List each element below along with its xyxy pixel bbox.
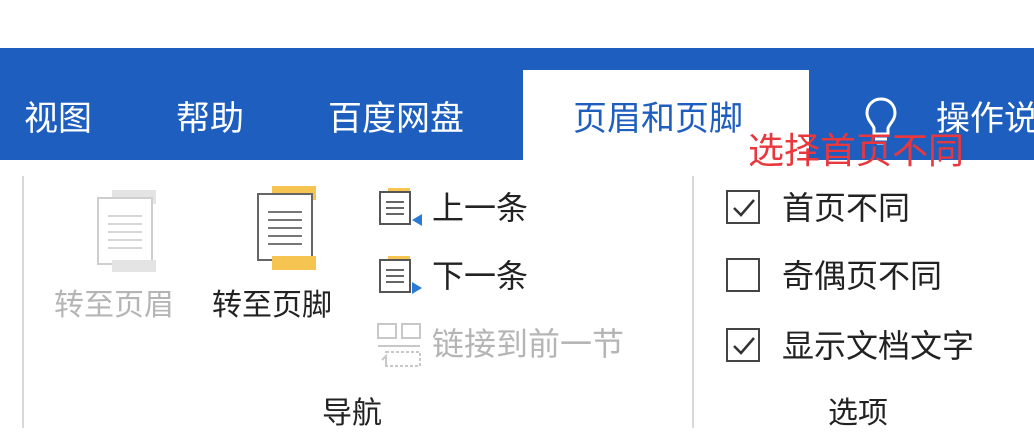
checkbox-box[interactable] xyxy=(726,328,760,362)
different-first-page-label: 首页不同 xyxy=(782,189,911,227)
word-ribbon: 视图 帮助 百度网盘 页眉和页脚 操作说 选择首页不同 转至页眉 转至页脚 上一… xyxy=(0,0,1034,440)
previous-label: 上一条 xyxy=(432,189,529,227)
link-to-previous-label: 链接到前一节 xyxy=(432,325,625,363)
ribbon-left-divider xyxy=(22,176,24,428)
link-to-previous-button[interactable]: 链接到前一节 xyxy=(376,322,666,367)
link-to-previous-icon xyxy=(377,323,421,367)
goto-footer-label: 转至页脚 xyxy=(212,288,332,323)
group-divider xyxy=(692,176,694,428)
different-odd-even-checkbox[interactable]: 奇偶页不同 xyxy=(726,254,966,298)
show-document-text-checkbox[interactable]: 显示文档文字 xyxy=(726,324,1006,368)
previous-button[interactable]: 上一条 xyxy=(376,186,556,230)
tab-view[interactable]: 视图 xyxy=(24,78,92,160)
checkmark-icon xyxy=(733,199,755,217)
next-section-icon xyxy=(379,256,422,294)
show-document-text-label: 显示文档文字 xyxy=(782,327,975,365)
group-label-navigation: 导航 xyxy=(322,396,382,431)
checkbox-box[interactable] xyxy=(726,258,760,292)
next-button[interactable]: 下一条 xyxy=(376,254,556,298)
tab-baidu-netdisk[interactable]: 百度网盘 xyxy=(328,78,464,160)
goto-header-button[interactable]: 转至页眉 xyxy=(52,180,202,330)
goto-header-label: 转至页眉 xyxy=(54,288,174,323)
checkbox-box[interactable] xyxy=(726,190,760,224)
checkmark-icon xyxy=(733,337,755,355)
group-label-options: 选项 xyxy=(828,396,888,431)
previous-section-icon xyxy=(379,188,422,226)
different-odd-even-label: 奇偶页不同 xyxy=(782,257,943,295)
annotation-text: 选择首页不同 xyxy=(748,131,965,172)
different-first-page-checkbox[interactable]: 首页不同 xyxy=(726,186,936,230)
tab-help[interactable]: 帮助 xyxy=(176,78,244,160)
tab-header-footer[interactable]: 页眉和页脚 xyxy=(573,78,743,160)
goto-footer-icon xyxy=(257,186,316,270)
next-label: 下一条 xyxy=(432,257,529,295)
goto-footer-button[interactable]: 转至页脚 xyxy=(212,180,362,330)
goto-header-icon xyxy=(97,190,156,272)
